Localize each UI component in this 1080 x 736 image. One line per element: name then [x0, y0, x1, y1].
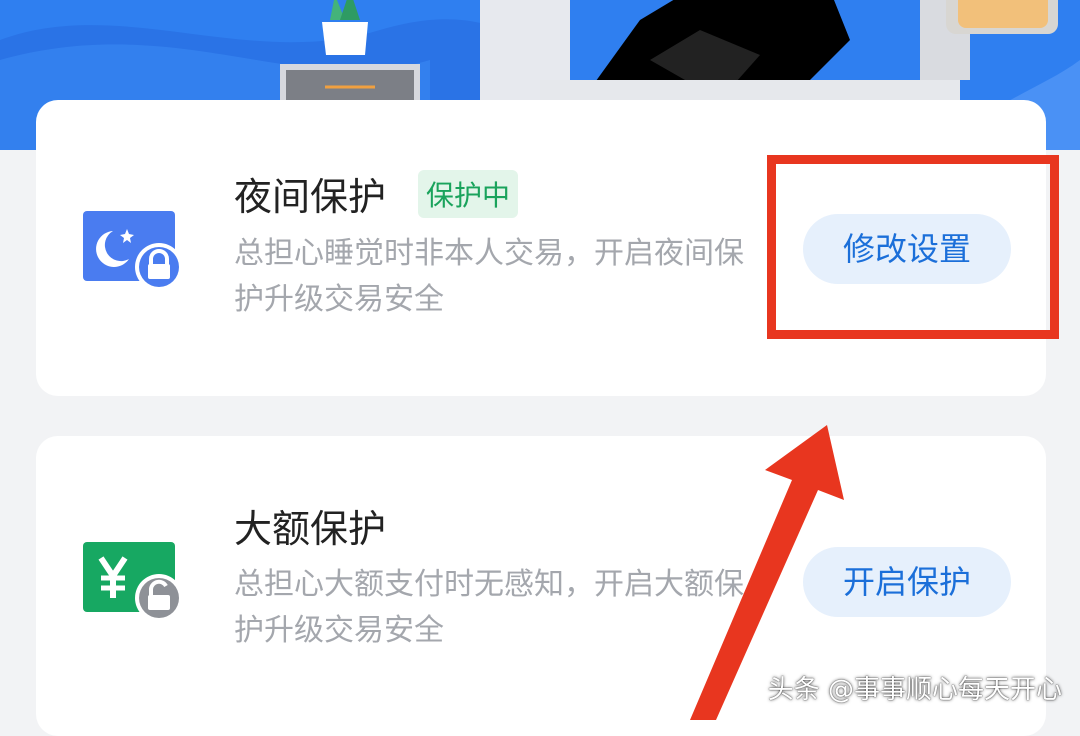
moon-lock-icon [83, 211, 189, 297]
modify-settings-button[interactable]: 修改设置 [803, 214, 1011, 284]
card-title: 大额保护 [234, 507, 387, 551]
night-protection-card: 夜间保护 保护中 总担心睡觉时非本人交易，开启夜间保护升级交易安全 修改设置 [36, 100, 1046, 396]
card-description: 总担心睡觉时非本人交易，开启夜间保护升级交易安全 [234, 236, 744, 317]
card-description: 总担心大额支付时无感知，开启大额保护升级交易安全 [234, 567, 744, 648]
enable-protection-button[interactable]: 开启保护 [803, 547, 1011, 617]
status-badge: 保护中 [418, 170, 519, 218]
yuan-lock-icon [83, 542, 189, 628]
watermark: 头条 @事事顺心每天开心 [767, 675, 1062, 705]
card-title: 夜间保护 [234, 175, 387, 219]
